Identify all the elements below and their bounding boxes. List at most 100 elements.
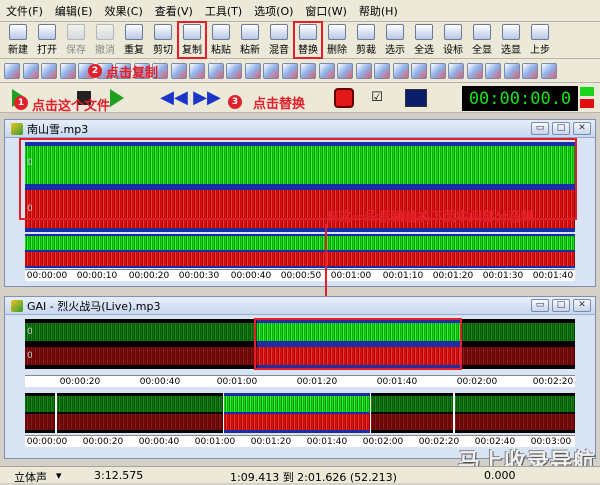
zoom-selection-button[interactable]: 选显 [497,22,525,58]
menu-help[interactable]: 帮助(H) [359,3,398,19]
cut-icon [154,24,172,40]
monitor-checkbox[interactable]: ☑ [362,86,392,110]
effect-icon[interactable] [4,62,20,79]
ruler-tick: 00:00:40 [138,437,180,447]
effect-icon[interactable] [170,62,187,79]
zoom-all-button[interactable]: 全显 [468,22,496,58]
effect-icon[interactable] [466,62,483,79]
step-3-callout: 点击替换 [253,97,306,112]
effect-icon[interactable] [540,62,557,79]
save-icon [67,24,85,40]
effect-icon[interactable] [522,62,538,79]
window-2-title: GAI - 烈火战马(Live).mp3 [27,299,161,313]
record-button[interactable] [329,86,359,110]
channel-1-zero: 0 [27,327,33,337]
trim-button[interactable]: 剪裁 [352,22,380,58]
effect-icon[interactable] [374,62,390,79]
effect-icon[interactable] [355,62,372,79]
record-icon [334,87,354,108]
effect-icon[interactable] [485,62,501,79]
menu-view[interactable]: 查看(V) [155,3,193,19]
rewind-button[interactable]: ◀◀ [159,86,189,110]
undo-icon [96,24,114,40]
trim-icon [357,24,375,40]
effect-icon[interactable] [411,62,427,79]
effect-icon[interactable] [392,62,409,79]
previous-step-icon [531,24,549,40]
paste-button[interactable]: 粘贴 [207,22,235,58]
previous-step-button[interactable]: 上步 [526,22,554,58]
fast-forward-button[interactable]: ▶▶ [192,86,222,110]
menu-effects[interactable]: 效果(C) [104,3,142,19]
close-button[interactable]: ✕ [573,299,591,312]
undo-button[interactable]: 撤消 [91,22,119,58]
replace-icon [299,24,317,40]
effect-icon[interactable] [503,62,520,79]
paste-new-button[interactable]: 粘新 [236,22,264,58]
window-2-overview[interactable] [25,393,575,433]
ruler-tick: 00:01:40 [532,271,574,281]
channel-dropdown-icon[interactable]: ▾ [56,469,62,482]
redo-icon [125,24,143,40]
effect-icon[interactable] [207,62,224,79]
delete-icon [328,24,346,40]
effect-icon[interactable] [41,62,57,79]
save-button[interactable]: 保存 [62,22,90,58]
maximize-button[interactable]: □ [552,122,570,135]
cut-button[interactable]: 剪切 [149,22,177,58]
audio-file-icon [11,299,23,312]
effect-icon[interactable] [429,62,446,79]
minimize-button[interactable]: ▭ [531,122,549,135]
ruler-tick: 00:00:20 [59,377,101,387]
effect-icon[interactable] [448,62,464,79]
mix-button[interactable]: 混音 [265,22,293,58]
file-length: 3:12.575 [94,469,144,482]
new-button[interactable]: 新建 [4,22,32,58]
set-marker-button[interactable]: 设标 [439,22,467,58]
effect-icon[interactable] [189,62,205,79]
menu-edit[interactable]: 编辑(E) [55,3,93,19]
step-2-callout: 点击复制 [106,66,159,81]
window-1-titlebar[interactable]: 南山雪.mp3 ▭ □ ✕ [5,120,595,138]
open-button[interactable]: 打开 [33,22,61,58]
effect-icon[interactable] [226,62,242,79]
menu-tools[interactable]: 工具(T) [205,3,242,19]
status-bar: 立体声 ▾ 3:12.575 1:09.413 到 2:01.626 (52.2… [0,466,600,484]
ruler-tick: 00:01:30 [482,271,524,281]
close-button[interactable]: ✕ [573,122,591,135]
ruler-tick: 00:02:00 [456,377,498,387]
maximize-button[interactable]: □ [552,299,570,312]
effect-icon[interactable] [263,62,279,79]
show-selection-icon [386,24,404,40]
menu-options[interactable]: 选项(O) [254,3,293,19]
menu-file[interactable]: 文件(F) [6,3,43,19]
menu-bar: 文件(F) 编辑(E) 效果(C) 查看(V) 工具(T) 选项(O) 窗口(W… [0,0,600,22]
effect-icon[interactable] [318,62,335,79]
spectrum-button[interactable] [401,86,431,110]
audio-file-icon [11,122,23,135]
step-2-badge: 2 [88,64,102,78]
effect-icon[interactable] [300,62,316,79]
effect-icon[interactable] [22,62,39,79]
copy-button[interactable]: 复制 [177,21,207,59]
window-2-titlebar[interactable]: GAI - 烈火战马(Live).mp3 ▭ □ ✕ [5,297,595,315]
ruler-tick: 00:01:00 [194,437,236,447]
redo-button[interactable]: 重复 [120,22,148,58]
effect-icon[interactable] [59,62,76,79]
window-1-overview[interactable] [25,234,575,268]
minimize-button[interactable]: ▭ [531,299,549,312]
show-selection-button[interactable]: 选示 [381,22,409,58]
ruler-tick: 00:00:40 [139,377,181,387]
select-all-icon [415,24,433,40]
effect-icon[interactable] [244,62,261,79]
menu-window[interactable]: 窗口(W) [305,3,346,19]
spectrum-icon [405,88,427,107]
effect-icon[interactable] [281,62,298,79]
window-1-time-ruler: 00:00:00 00:00:10 00:00:20 00:00:30 00:0… [25,269,575,281]
delete-button[interactable]: 删除 [323,22,351,58]
open-folder-icon [38,24,56,40]
select-all-button[interactable]: 全选 [410,22,438,58]
replace-button[interactable]: 替换 [293,21,323,59]
effect-icon[interactable] [337,62,353,79]
view-range-marker[interactable] [55,393,455,433]
